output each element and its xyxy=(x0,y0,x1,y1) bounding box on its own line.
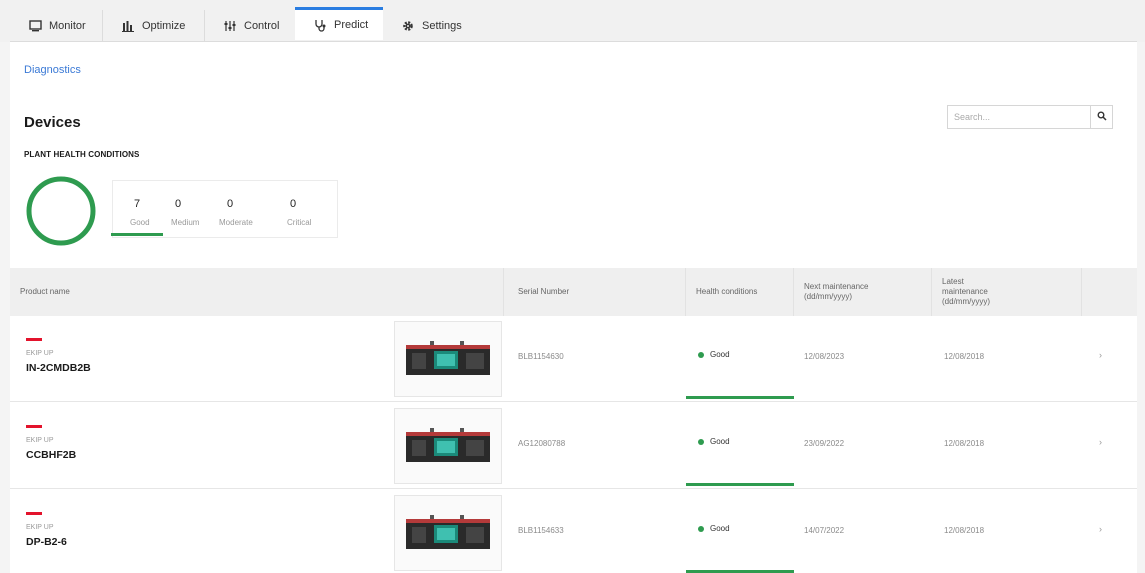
health-label: Good xyxy=(710,437,730,446)
next-maintenance: 14/07/2022 xyxy=(804,526,845,535)
top-tab-bar: Monitor Optimize Control Predict Setting… xyxy=(0,0,1145,42)
health-status: Good xyxy=(698,350,730,359)
count-critical[interactable]: 0 Critical xyxy=(277,181,337,238)
count-label: Medium xyxy=(171,218,200,227)
status-dot xyxy=(698,525,704,532)
health-bar xyxy=(686,396,794,399)
status-dot xyxy=(698,438,704,445)
tab-optimize[interactable]: Optimize xyxy=(103,10,205,42)
tab-label: Monitor xyxy=(49,20,86,32)
gear-icon xyxy=(401,19,415,33)
count-value: 0 xyxy=(175,198,182,210)
table-row[interactable]: EKIP UP CCBHF2B AG12080788 Good 23/09/20… xyxy=(10,403,1137,489)
count-label: Good xyxy=(130,218,150,227)
chevron-right-icon[interactable]: › xyxy=(1099,437,1102,447)
count-medium[interactable]: 0 Medium xyxy=(165,181,217,238)
brand-marker xyxy=(26,338,42,341)
count-label: Moderate xyxy=(219,218,253,227)
search-input[interactable] xyxy=(948,106,1090,128)
chevron-right-icon[interactable]: › xyxy=(1099,350,1102,360)
tab-label: Settings xyxy=(422,20,462,32)
brand-marker xyxy=(26,512,42,515)
stethoscope-icon xyxy=(313,18,327,32)
search-box xyxy=(947,105,1113,129)
latest-maintenance: 12/08/2018 xyxy=(944,439,985,448)
product-name: IN-2CMDB2B xyxy=(26,362,91,374)
health-label: Good xyxy=(710,524,730,533)
status-dot xyxy=(698,351,704,358)
col-latest-maintenance[interactable]: Latest maintenance (dd/mm/yyyy) xyxy=(932,268,1082,316)
col-serial-number[interactable]: Serial Number xyxy=(504,268,686,316)
chevron-right-icon[interactable]: › xyxy=(1099,524,1102,534)
product-brand: EKIP UP xyxy=(26,524,54,531)
main-panel: Diagnostics Devices PLANT HEALTH CONDITI… xyxy=(10,42,1137,573)
device-image xyxy=(394,321,502,397)
count-moderate[interactable]: 0 Moderate xyxy=(217,181,277,238)
tab-label: Optimize xyxy=(142,20,186,32)
col-next-maintenance[interactable]: Next maintenance (dd/mm/yyyy) xyxy=(794,268,932,316)
health-counts: 7 Good 0 Medium 0 Moderate 0 Critical xyxy=(112,180,338,238)
control-icon xyxy=(223,19,237,33)
health-status: Good xyxy=(698,437,730,446)
count-value: 7 xyxy=(134,198,141,210)
bar-chart-icon xyxy=(121,19,135,33)
health-label: Good xyxy=(710,350,730,359)
tab-monitor[interactable]: Monitor xyxy=(10,10,103,42)
serial-number: BLB1154630 xyxy=(518,352,564,361)
product-name: CCBHF2B xyxy=(26,449,77,461)
health-status: Good xyxy=(698,524,730,533)
product-brand: EKIP UP xyxy=(26,437,54,444)
col-product-name[interactable]: Product name xyxy=(10,268,504,316)
search-icon xyxy=(1097,108,1107,126)
serial-number: BLB1154633 xyxy=(518,526,564,535)
health-donut-chart xyxy=(26,176,96,246)
plant-health-label: PLANT HEALTH CONDITIONS xyxy=(24,150,140,159)
tab-predict[interactable]: Predict xyxy=(295,7,383,40)
breadcrumb[interactable]: Diagnostics xyxy=(24,64,81,76)
count-label: Critical xyxy=(287,218,312,227)
tab-settings[interactable]: Settings xyxy=(383,10,478,42)
product-name: DP-B2-6 xyxy=(26,536,67,548)
monitor-icon xyxy=(28,19,42,33)
table-row[interactable]: EKIP UP IN-2CMDB2B BLB1154630 Good 12/08… xyxy=(10,316,1137,402)
search-button[interactable] xyxy=(1090,106,1112,128)
next-maintenance: 12/08/2023 xyxy=(804,352,845,361)
brand-marker xyxy=(26,425,42,428)
tab-control[interactable]: Control xyxy=(205,10,295,42)
health-bar xyxy=(686,483,794,486)
selected-count-indicator xyxy=(111,233,163,236)
next-maintenance: 23/09/2022 xyxy=(804,439,845,448)
product-brand: EKIP UP xyxy=(26,350,54,357)
table-header: Product name Serial Number Health condit… xyxy=(10,268,1137,316)
latest-maintenance: 12/08/2018 xyxy=(944,526,985,535)
tab-label: Control xyxy=(244,20,280,32)
latest-maintenance: 12/08/2018 xyxy=(944,352,985,361)
tab-label: Predict xyxy=(334,19,369,31)
serial-number: AG12080788 xyxy=(518,439,566,448)
col-health-conditions[interactable]: Health conditions xyxy=(686,268,794,316)
count-value: 0 xyxy=(290,198,297,210)
count-value: 0 xyxy=(227,198,234,210)
device-image xyxy=(394,408,502,484)
table-row[interactable]: EKIP UP DP-B2-6 BLB1154633 Good 14/07/20… xyxy=(10,490,1137,573)
count-good[interactable]: 7 Good xyxy=(113,181,165,238)
device-image xyxy=(394,495,502,571)
page-title: Devices xyxy=(24,114,81,131)
